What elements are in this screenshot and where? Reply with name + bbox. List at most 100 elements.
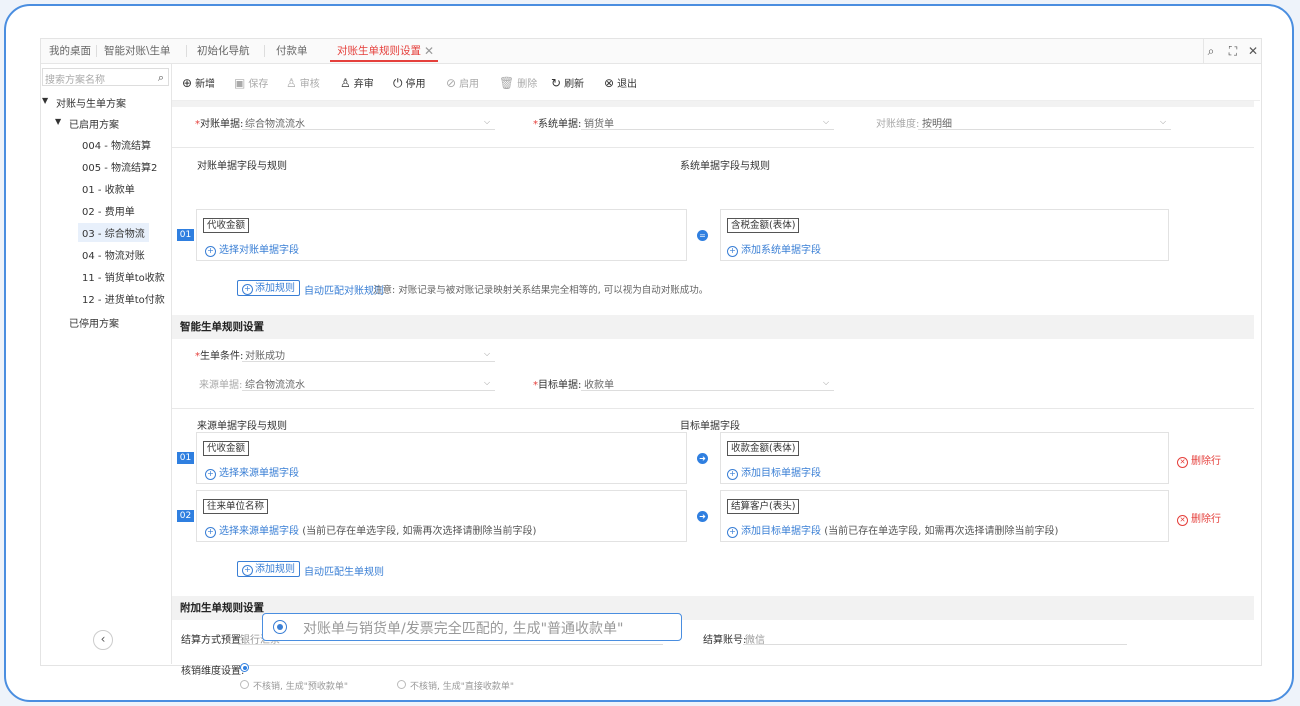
field-tag[interactable]: 代收金额: [203, 441, 250, 456]
sidebar-item-scheme[interactable]: 004 - 物流结算: [82, 137, 151, 152]
chevron-down-icon[interactable]: ⌵: [1160, 117, 1166, 127]
rule-row-number: 01: [177, 229, 194, 241]
sidebar-item-scheme[interactable]: 11 - 销货单to收款: [82, 269, 165, 284]
active-tab-indicator: [330, 60, 438, 62]
section-title-gen: 智能生单规则设置: [172, 315, 1254, 339]
sidebar-item-scheme[interactable]: 01 - 收款单: [82, 181, 135, 196]
delete-button[interactable]: 🗑︎ 删除: [499, 75, 537, 90]
field-underline: [242, 390, 495, 391]
close-circle-icon: ✕: [1177, 515, 1188, 526]
recon-doc-label: *对账单据:: [195, 119, 244, 130]
enable-button[interactable]: ⊘ 启用: [446, 75, 479, 90]
new-label: 新增: [195, 79, 216, 90]
field-tag[interactable]: 含税金额(表体): [727, 218, 800, 233]
stamp-icon: ♙: [286, 76, 297, 90]
add-system-field-link[interactable]: + 添加系统单据字段: [727, 241, 821, 257]
sidebar-item-scheme[interactable]: 005 - 物流结算2: [82, 159, 157, 174]
auto-match-gen-link[interactable]: 自动匹配生单规则: [304, 563, 384, 578]
delete-row-button[interactable]: ✕ 删除行: [1177, 452, 1221, 468]
audit-button[interactable]: ♙ 审核: [286, 75, 320, 90]
system-doc-select[interactable]: 销货单: [584, 115, 614, 130]
sidebar: 搜索方案名称 ⌕ ▼ 对账与生单方案 ▼ 已启用方案 004 - 物流结算 00…: [41, 64, 172, 664]
save-button[interactable]: ▣ 保存: [234, 75, 268, 90]
radio-selected-icon: [273, 620, 287, 634]
exit-button[interactable]: ⊗ 退出: [604, 75, 637, 90]
tree-group-enabled[interactable]: 已启用方案: [69, 116, 119, 131]
search-icon[interactable]: ⌕: [158, 71, 164, 85]
auto-match-recon-link[interactable]: 自动匹配对账规则: [304, 282, 384, 297]
verify-option-3-label: 不核销, 生成"直接收款单": [410, 682, 515, 692]
top-divider: [172, 101, 1254, 107]
field-tag[interactable]: 结算客户(表头): [727, 499, 800, 514]
tab-separator: [186, 45, 187, 57]
plus-icon: +: [205, 246, 216, 257]
sidebar-item-scheme[interactable]: 02 - 费用单: [82, 203, 135, 218]
plus-icon: +: [727, 246, 738, 257]
tab-init-nav[interactable]: 初始化导航: [197, 39, 250, 63]
chevron-down-icon[interactable]: ⌵: [484, 349, 490, 359]
disable-button[interactable]: ⏻ 停用: [393, 75, 426, 91]
gen-left-title: 来源单据字段与规则: [197, 421, 287, 432]
scheme-search-input[interactable]: 搜索方案名称 ⌕: [42, 68, 169, 86]
abandon-audit-button[interactable]: ♙ 弃审: [340, 75, 374, 90]
field-tag[interactable]: 往来单位名称: [203, 499, 269, 514]
app-window: 我的桌面 智能对账\生单 初始化导航 付款单 对账生单规则设置 ✕ ⌕ ⛶ ✕ …: [40, 38, 1263, 692]
rule-row-number: 02: [177, 510, 194, 522]
select-source-field-link[interactable]: + 选择来源单据字段 (当前已存在单选字段, 如需再次选择请删除当前字段): [205, 522, 536, 538]
fullscreen-icon[interactable]: ⛶: [1223, 39, 1243, 63]
condition-select[interactable]: 对账成功: [245, 347, 285, 362]
source-doc-select[interactable]: 综合物流流水: [245, 376, 305, 391]
sidebar-item-scheme-selected[interactable]: 03 - 综合物流: [78, 223, 149, 242]
collapse-sidebar-button[interactable]: ‹: [93, 630, 113, 650]
verify-option-3-radio[interactable]: [397, 680, 406, 689]
close-window-icon[interactable]: ✕: [1243, 39, 1263, 63]
chevron-down-icon[interactable]: ⌵: [823, 378, 829, 388]
field-underline: [581, 390, 834, 391]
field-underline: [242, 129, 495, 130]
option-callout[interactable]: 对账单与销货单/发票完全匹配的, 生成"普通收款单": [262, 613, 682, 641]
tab-smart-recon[interactable]: 智能对账\生单: [104, 39, 171, 63]
sidebar-item-scheme[interactable]: 12 - 进货单to付款: [82, 291, 165, 306]
recon-left-title: 对账单据字段与规则: [197, 161, 287, 172]
tab-desktop[interactable]: 我的桌面: [49, 39, 91, 63]
recon-note: 注意: 对账记录与被对账记录映射关系结果完全相等的, 可以视为自动对账成功。: [373, 285, 709, 296]
refresh-label: 刷新: [564, 79, 585, 90]
select-recon-field-link[interactable]: + 选择对账单据字段: [205, 241, 299, 257]
dimension-select[interactable]: 按明细: [922, 115, 952, 130]
equals-icon: =: [697, 230, 708, 241]
tab-payment[interactable]: 付款单: [276, 39, 308, 63]
chevron-down-icon[interactable]: ⌵: [484, 117, 490, 127]
chevron-down-icon[interactable]: ⌵: [484, 378, 490, 388]
enable-label: 启用: [459, 79, 480, 90]
delete-row-button[interactable]: ✕ 删除行: [1177, 510, 1221, 526]
verify-option-2-label: 不核销, 生成"预收款单": [253, 682, 349, 692]
add-recon-rule-button[interactable]: + 添加规则: [237, 280, 300, 296]
tree-root[interactable]: 对账与生单方案: [56, 95, 126, 110]
field-hint: (当前已存在单选字段, 如需再次选择请删除当前字段): [824, 526, 1059, 537]
new-button[interactable]: ⊕ 新增: [182, 75, 215, 90]
tree-group-disabled[interactable]: 已停用方案: [69, 315, 119, 330]
field-tag[interactable]: 代收金额: [203, 218, 250, 233]
verify-option-2-radio[interactable]: [240, 680, 249, 689]
field-hint: (当前已存在单选字段, 如需再次选择请删除当前字段): [302, 526, 537, 537]
verify-option-1-radio[interactable]: [240, 663, 249, 672]
caret-down-icon[interactable]: ▼: [55, 117, 61, 126]
field-underline: [238, 644, 663, 645]
chevron-down-icon[interactable]: ⌵: [823, 117, 829, 127]
field-tag[interactable]: 收款金额(表体): [727, 441, 800, 456]
caret-down-icon[interactable]: ▼: [42, 96, 48, 105]
refresh-button[interactable]: ↻ 刷新: [551, 75, 584, 90]
add-target-field-link[interactable]: + 添加目标单据字段: [727, 464, 821, 480]
target-doc-select[interactable]: 收款单: [584, 376, 614, 391]
search-placeholder: 搜索方案名称: [45, 75, 105, 86]
search-icon[interactable]: ⌕: [1201, 39, 1221, 63]
sidebar-item-scheme[interactable]: 04 - 物流对账: [82, 247, 145, 262]
add-gen-rule-button[interactable]: + 添加规则: [237, 561, 300, 577]
power-icon: ⏻: [393, 76, 403, 90]
select-source-field-link[interactable]: + 选择来源单据字段: [205, 464, 299, 480]
recon-doc-select[interactable]: 综合物流流水: [245, 115, 305, 130]
tab-separator: [264, 45, 265, 57]
system-doc-label: *系统单据:: [533, 119, 582, 130]
audit-label: 审核: [299, 79, 320, 90]
add-target-field-link[interactable]: + 添加目标单据字段 (当前已存在单选字段, 如需再次选择请删除当前字段): [727, 522, 1058, 538]
